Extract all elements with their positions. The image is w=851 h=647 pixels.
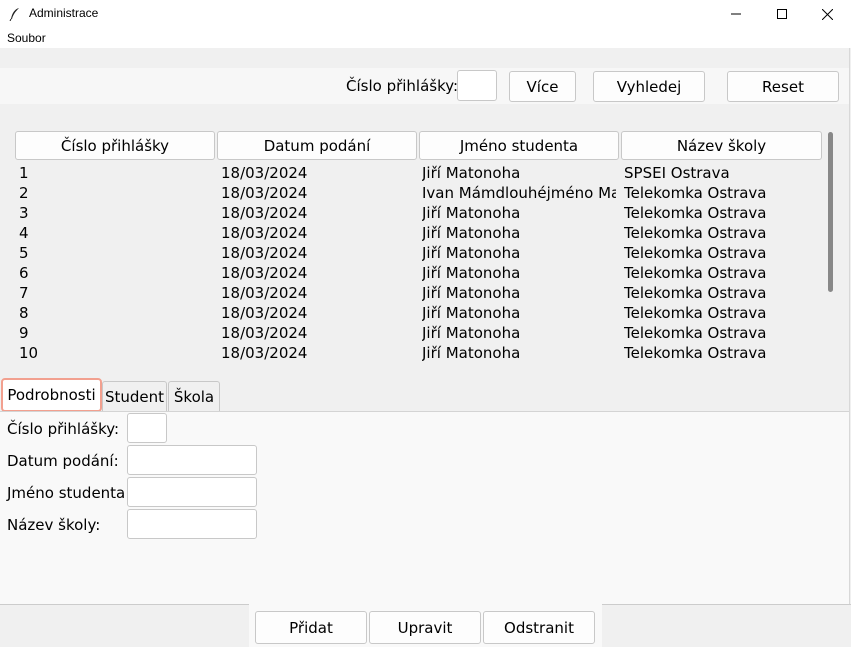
window-title: Administrace bbox=[29, 6, 99, 20]
column-header-student-name[interactable]: Jméno studenta bbox=[419, 131, 619, 160]
cell-application-number: 5 bbox=[19, 244, 29, 262]
cell-student-name: Jiří Matonoha bbox=[422, 224, 521, 242]
cell-application-number: 10 bbox=[19, 344, 39, 362]
table-row[interactable]: 10 18/03/2024 Jiří Matonoha Telekomka Ostra… bbox=[15, 343, 820, 363]
table-row[interactable]: 1 18/03/2024 Jiří Matonoha SPSEI Ostrava bbox=[15, 163, 820, 183]
cell-application-number: 9 bbox=[19, 324, 29, 342]
cell-student-name: Jiří Matonoha bbox=[422, 164, 521, 182]
cell-submit-date: 18/03/2024 bbox=[221, 184, 308, 202]
table-body: 1 18/03/2024 Jiří Matonoha SPSEI Ostrava 2 18… bbox=[15, 163, 820, 367]
more-button[interactable]: Více bbox=[509, 71, 576, 102]
cell-school-name: Telekomka Ostrava bbox=[624, 304, 767, 322]
reset-button[interactable]: Reset bbox=[727, 71, 839, 102]
cell-school-name: SPSEI Ostrava bbox=[624, 164, 730, 182]
submit-date-field[interactable] bbox=[127, 445, 257, 475]
cell-submit-date: 18/03/2024 bbox=[221, 204, 308, 222]
cell-submit-date: 18/03/2024 bbox=[221, 344, 308, 362]
student-name-field[interactable] bbox=[127, 477, 257, 507]
table-row[interactable]: 3 18/03/2024 Jiří Matonoha Telekomka Ostrav… bbox=[15, 203, 820, 223]
close-icon bbox=[821, 8, 833, 20]
cell-submit-date: 18/03/2024 bbox=[221, 304, 308, 322]
cell-student-name: Jiří Matonoha bbox=[422, 344, 521, 362]
application-number-field[interactable] bbox=[127, 413, 167, 443]
cell-student-name: Jiří Matonoha bbox=[422, 244, 521, 262]
cell-school-name: Telekomka Ostrava bbox=[624, 324, 767, 342]
menu-soubor[interactable]: Soubor bbox=[7, 31, 46, 45]
cell-student-name: Jiří Matonoha bbox=[422, 264, 521, 282]
cell-school-name: Telekomka Ostrava bbox=[624, 184, 767, 202]
search-input[interactable] bbox=[457, 70, 497, 101]
cell-submit-date: 18/03/2024 bbox=[221, 244, 308, 262]
cell-school-name: Telekomka Ostrava bbox=[624, 224, 767, 242]
tab-skola[interactable]: Škola bbox=[168, 381, 220, 411]
cell-application-number: 6 bbox=[19, 264, 29, 282]
cell-application-number: 2 bbox=[19, 184, 29, 202]
column-header-school-name[interactable]: Název školy bbox=[621, 131, 822, 160]
window-edge bbox=[849, 48, 850, 604]
cell-application-number: 7 bbox=[19, 284, 29, 302]
cell-school-name: Telekomka Ostrava bbox=[624, 204, 767, 222]
school-name-field[interactable] bbox=[127, 509, 257, 539]
cell-submit-date: 18/03/2024 bbox=[221, 324, 308, 342]
close-button[interactable] bbox=[804, 0, 850, 28]
cell-submit-date: 18/03/2024 bbox=[221, 284, 308, 302]
app-window: Administrace Soubor Číslo přihlášky: Víc… bbox=[0, 0, 851, 647]
table-row[interactable]: 5 18/03/2024 Jiří Matonoha Telekomka Ostrav… bbox=[15, 243, 820, 263]
search-label: Číslo přihlášky: bbox=[346, 77, 459, 95]
cell-student-name: Ivan Mámdlouhéjméno Matonoha bbox=[422, 184, 616, 202]
cell-student-name: Jiří Matonoha bbox=[422, 304, 521, 322]
edit-button[interactable]: Upravit bbox=[369, 611, 481, 644]
cell-student-name: Jiří Matonoha bbox=[422, 284, 521, 302]
cell-application-number: 3 bbox=[19, 204, 29, 222]
cell-application-number: 1 bbox=[19, 164, 29, 182]
cell-application-number: 4 bbox=[19, 224, 29, 242]
table-row[interactable]: 6 18/03/2024 Jiří Matonoha Telekomka Ostrav… bbox=[15, 263, 820, 283]
maximize-button[interactable] bbox=[759, 0, 805, 28]
cell-school-name: Telekomka Ostrava bbox=[624, 244, 767, 262]
cell-submit-date: 18/03/2024 bbox=[221, 264, 308, 282]
minimize-button[interactable] bbox=[713, 0, 759, 28]
column-header-submit-date[interactable]: Datum podání bbox=[217, 131, 417, 160]
cell-student-name: Jiří Matonoha bbox=[422, 324, 521, 342]
table-row[interactable]: 2 18/03/2024 Ivan Mámdlouhéjméno Matonoha T… bbox=[15, 183, 820, 203]
table-row[interactable]: 8 18/03/2024 Jiří Matonoha Telekomka Ostrav… bbox=[15, 303, 820, 323]
detail-label-application-number: Číslo přihlášky: bbox=[7, 420, 120, 438]
cell-application-number: 8 bbox=[19, 304, 29, 322]
table-row[interactable]: 7 18/03/2024 Jiří Matonoha Telekomka Ostrav… bbox=[15, 283, 820, 303]
cell-school-name: Telekomka Ostrava bbox=[624, 284, 767, 302]
menu-bar: Soubor bbox=[0, 28, 851, 48]
table-scrollbar-thumb[interactable] bbox=[828, 132, 833, 292]
table-row[interactable]: 9 18/03/2024 Jiří Matonoha Telekomka Ostrav… bbox=[15, 323, 820, 343]
feather-icon bbox=[9, 6, 21, 22]
cell-submit-date: 18/03/2024 bbox=[221, 164, 308, 182]
cell-school-name: Telekomka Ostrava bbox=[624, 264, 767, 282]
add-button[interactable]: Přidat bbox=[255, 611, 367, 644]
remove-button[interactable]: Odstranit bbox=[483, 611, 595, 644]
find-button[interactable]: Vyhledej bbox=[593, 71, 705, 102]
cell-submit-date: 18/03/2024 bbox=[221, 224, 308, 242]
detail-label-school-name: Název školy: bbox=[7, 516, 101, 534]
title-bar: Administrace bbox=[0, 0, 851, 28]
maximize-icon bbox=[777, 9, 787, 19]
table-row[interactable]: 4 18/03/2024 Jiří Matonoha Telekomka Ostrav… bbox=[15, 223, 820, 243]
tab-podrobnosti[interactable]: Podrobnosti bbox=[1, 378, 102, 412]
cell-student-name: Jiří Matonoha bbox=[422, 204, 521, 222]
cell-school-name: Telekomka Ostrava bbox=[624, 344, 767, 362]
detail-label-submit-date: Datum podání: bbox=[7, 452, 119, 470]
detail-label-student-name: Jméno studenta: bbox=[7, 484, 131, 502]
column-header-application-number[interactable]: Číslo přihlášky bbox=[15, 131, 215, 160]
minimize-icon bbox=[731, 9, 741, 19]
tab-student[interactable]: Student bbox=[102, 381, 167, 411]
